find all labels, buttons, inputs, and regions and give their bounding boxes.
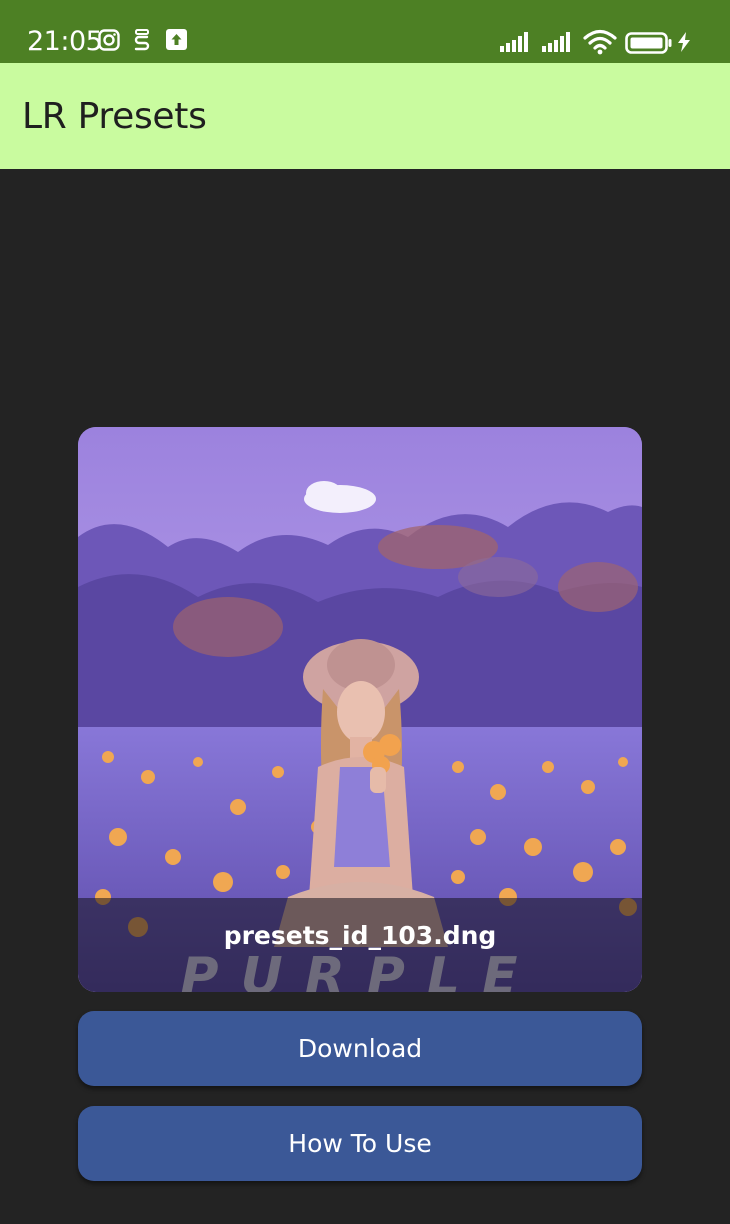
status-time: 21:05 (27, 26, 103, 57)
preset-preview-card[interactable]: PURPLE presets_id_103.dng (78, 427, 642, 992)
wifi-icon (583, 29, 617, 60)
signal-icon (542, 31, 576, 58)
preset-filename: presets_id_103.dng (223, 921, 497, 950)
battery-icon (625, 32, 673, 59)
signal-icon (500, 31, 534, 58)
status-bar: 21:05 (0, 0, 730, 63)
app-bar: LR Presets (0, 63, 730, 169)
image-watermark-text: PURPLE (180, 947, 540, 992)
instagram-icon (98, 29, 122, 55)
upload-icon (166, 29, 190, 55)
how-to-use-button[interactable]: How To Use (78, 1106, 642, 1181)
charging-icon (677, 32, 691, 57)
notification-s-icon (132, 29, 156, 55)
download-button[interactable]: Download (78, 1011, 642, 1086)
app-title: LR Presets (22, 96, 207, 137)
